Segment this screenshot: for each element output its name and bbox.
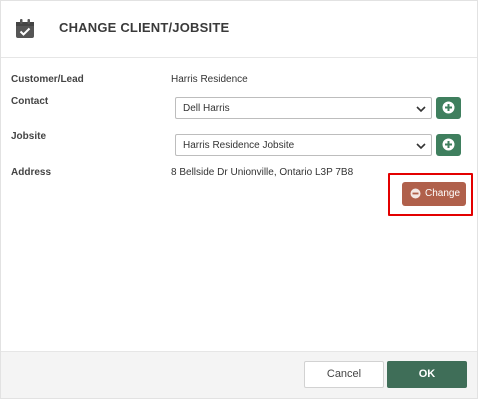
customer-label: Customer/Lead <box>11 74 84 85</box>
plus-circle-icon <box>442 138 455 151</box>
plus-circle-icon <box>442 101 455 114</box>
address-label: Address <box>11 167 52 178</box>
change-address-button[interactable]: Change <box>402 182 466 206</box>
cancel-button[interactable]: Cancel <box>304 361 384 388</box>
change-button-label: Change <box>425 188 461 199</box>
change-client-dialog: CHANGE CLIENT/JOBSITE Customer/Lead Harr… <box>0 0 478 399</box>
calendar-check-icon <box>16 19 34 38</box>
add-contact-button[interactable] <box>436 97 461 119</box>
jobsite-label: Jobsite <box>11 131 47 142</box>
dialog-footer: Cancel OK <box>1 351 477 398</box>
dialog-header: CHANGE CLIENT/JOBSITE <box>1 1 477 58</box>
chevron-down-icon <box>416 106 426 113</box>
jobsite-select-value: Harris Residence Jobsite <box>183 140 295 151</box>
dialog-title: CHANGE CLIENT/JOBSITE <box>59 20 230 35</box>
jobsite-select[interactable]: Harris Residence Jobsite <box>175 134 432 156</box>
chevron-down-icon <box>416 143 426 150</box>
add-jobsite-button[interactable] <box>436 134 461 156</box>
contact-select[interactable]: Dell Harris <box>175 97 432 119</box>
customer-value: Harris Residence <box>171 74 248 85</box>
contact-select-value: Dell Harris <box>183 103 230 114</box>
address-value: 8 Bellside Dr Unionville, Ontario L3P 7B… <box>171 167 354 178</box>
ok-button[interactable]: OK <box>387 361 467 388</box>
contact-label: Contact <box>11 96 49 107</box>
minus-circle-icon <box>410 188 421 199</box>
